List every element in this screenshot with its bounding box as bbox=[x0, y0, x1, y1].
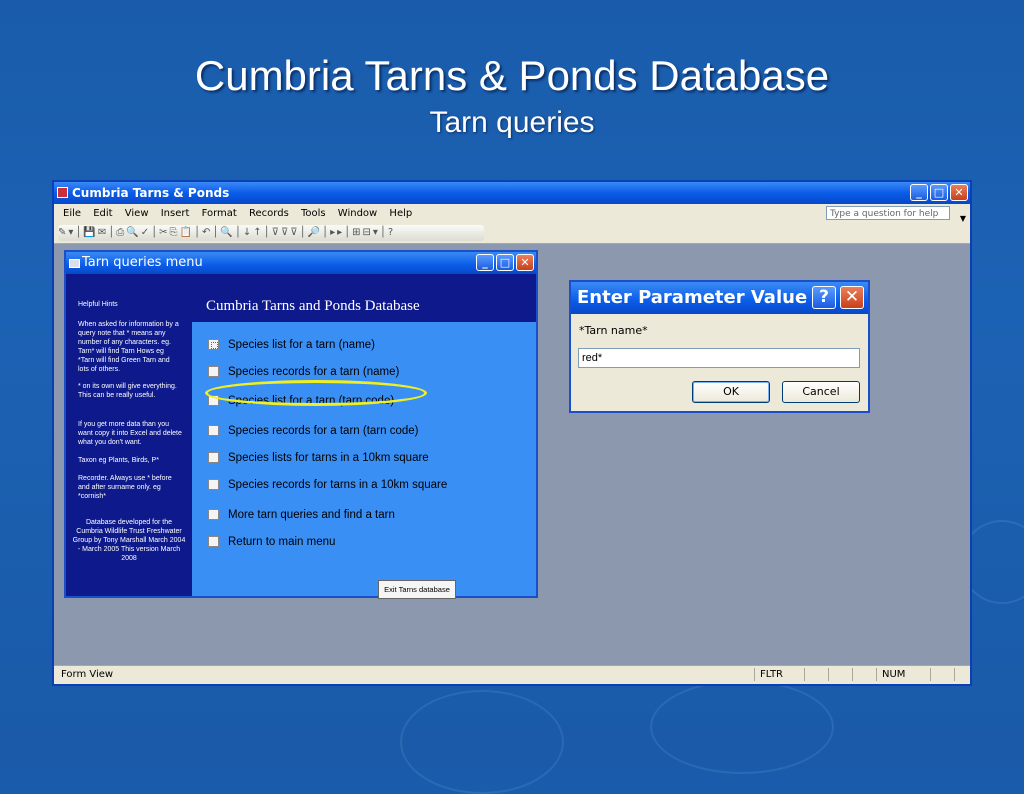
status-divider bbox=[828, 668, 829, 681]
form-title: Tarn queries menu bbox=[82, 255, 203, 270]
option-checkbox[interactable] bbox=[208, 395, 219, 406]
option-label: Species records for a tarn (name) bbox=[228, 366, 400, 378]
ok-button[interactable]: OK bbox=[692, 381, 770, 403]
menu-format[interactable]: Format bbox=[202, 208, 237, 219]
slide-title: Cumbria Tarns & Ponds Database bbox=[194, 52, 830, 99]
hint-text: Taxon eg Plants, Birds, P* bbox=[78, 457, 159, 464]
option-label: Species lists for tarns in a 10km square bbox=[228, 452, 429, 464]
hint-text: Recorder. Always use * before and after … bbox=[78, 475, 172, 500]
option-label: Species list for a tarn (name) bbox=[228, 339, 376, 351]
menu-records[interactable]: Records bbox=[249, 208, 289, 219]
app-titlebar[interactable]: Cumbria Tarns & Ponds _ □ ✕ bbox=[54, 182, 970, 204]
form-minimize-button[interactable]: _ bbox=[476, 254, 494, 271]
status-divider bbox=[754, 668, 755, 681]
form-header: Cumbria Tarns and Ponds Database bbox=[192, 274, 536, 322]
status-divider bbox=[930, 668, 931, 681]
hint-text: If you get more data than you want copy … bbox=[78, 421, 182, 446]
status-divider bbox=[852, 668, 853, 681]
status-divider bbox=[954, 668, 955, 681]
cancel-button[interactable]: Cancel bbox=[782, 381, 860, 403]
option-checkbox[interactable] bbox=[208, 479, 219, 490]
help-search-input[interactable]: Type a question for help bbox=[826, 206, 950, 220]
hint-text: When asked for information by a query no… bbox=[78, 321, 179, 373]
toolbar-buttons[interactable]: ✎▾│💾✉│⎙🔍✓│✂⎘📋│↶│🔍│↓↑│⊽⊽⊽│🔎│▸▸│⊞⊟▾│? bbox=[58, 225, 484, 241]
credits-text: Database developed for the Cumbria Wildl… bbox=[72, 519, 186, 562]
menu-edit[interactable]: Edit bbox=[93, 208, 112, 219]
option-checkbox[interactable] bbox=[208, 509, 219, 520]
form-body: Helpful Hints When asked for information… bbox=[66, 274, 536, 599]
status-fltr: FLTR bbox=[760, 669, 784, 680]
menu-window[interactable]: Window bbox=[338, 208, 377, 219]
form-titlebar[interactable]: Tarn queries menu _ □ ✕ bbox=[66, 252, 536, 274]
status-text: Form View bbox=[61, 669, 114, 680]
menu-file[interactable]: Eile bbox=[63, 208, 81, 219]
tarn-queries-form: Tarn queries menu _ □ ✕ Helpful Hints Wh… bbox=[64, 250, 538, 599]
menu-help[interactable]: Help bbox=[389, 208, 412, 219]
option-checkbox[interactable] bbox=[208, 536, 219, 547]
option-label: Return to main menu bbox=[228, 536, 336, 548]
help-icon[interactable]: ? bbox=[812, 286, 836, 309]
menu-view[interactable]: View bbox=[125, 208, 149, 219]
status-bar: Form View FLTR NUM bbox=[54, 665, 970, 684]
menu-tools[interactable]: Tools bbox=[301, 208, 326, 219]
dialog-title: Enter Parameter Value bbox=[577, 287, 808, 308]
enter-parameter-dialog: Enter Parameter Value ? ✕ *Tarn name* re… bbox=[569, 280, 870, 413]
minimize-button[interactable]: _ bbox=[910, 184, 928, 201]
status-divider bbox=[804, 668, 805, 681]
dialog-titlebar[interactable]: Enter Parameter Value ? ✕ bbox=[571, 282, 868, 314]
helpful-hints-panel: Helpful Hints When asked for information… bbox=[66, 274, 192, 596]
option-checkbox[interactable] bbox=[208, 452, 219, 463]
exit-tarns-database-button[interactable]: Exit Tarns database bbox=[378, 580, 456, 599]
form-close-button[interactable]: ✕ bbox=[516, 254, 534, 271]
slide-subtitle: Tarn queries bbox=[429, 106, 595, 139]
toolbar: ✎▾│💾✉│⎙🔍✓│✂⎘📋│↶│🔍│↓↑│⊽⊽⊽│🔎│▸▸│⊞⊟▾│? bbox=[54, 223, 970, 244]
form-maximize-button[interactable]: □ bbox=[496, 254, 514, 271]
access-app-icon bbox=[57, 187, 68, 198]
app-title: Cumbria Tarns & Ponds bbox=[72, 186, 230, 200]
parameter-input[interactable]: red* bbox=[578, 348, 860, 368]
option-label: Species list for a tarn (tarn code) bbox=[228, 395, 395, 407]
hint-text: * on its own will give everything. This … bbox=[78, 383, 177, 399]
menu-insert[interactable]: Insert bbox=[161, 208, 190, 219]
status-num: NUM bbox=[882, 669, 906, 680]
form-icon bbox=[69, 259, 80, 268]
decor-ripple bbox=[650, 680, 834, 774]
parameter-prompt: *Tarn name* bbox=[579, 324, 648, 337]
option-label: More tarn queries and find a tarn bbox=[228, 509, 395, 521]
hints-title: Helpful Hints bbox=[78, 301, 118, 308]
status-divider bbox=[876, 668, 877, 681]
option-label: Species records for a tarn (tarn code) bbox=[228, 425, 419, 437]
close-button[interactable]: ✕ bbox=[950, 184, 968, 201]
option-checkbox[interactable] bbox=[208, 339, 219, 350]
dialog-close-button[interactable]: ✕ bbox=[840, 286, 864, 309]
maximize-button[interactable]: □ bbox=[930, 184, 948, 201]
access-app-window: Cumbria Tarns & Ponds _ □ ✕ Eile Edit Vi… bbox=[52, 180, 972, 686]
option-checkbox[interactable] bbox=[208, 425, 219, 436]
option-label: Species records for tarns in a 10km squa… bbox=[228, 479, 448, 491]
menu-bar: Eile Edit View Insert Format Records Too… bbox=[54, 204, 970, 223]
decor-ripple bbox=[400, 690, 564, 794]
option-checkbox[interactable] bbox=[208, 366, 219, 377]
